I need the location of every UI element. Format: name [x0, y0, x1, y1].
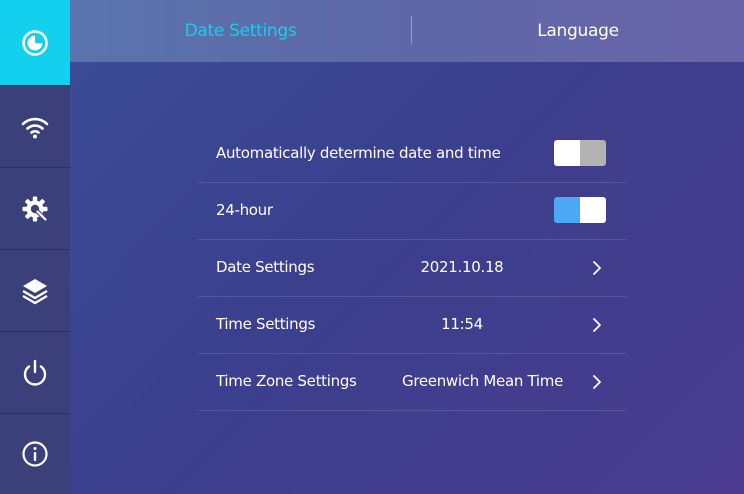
sidebar-item-info[interactable] [0, 414, 70, 494]
sidebar-item-wifi[interactable] [0, 86, 70, 168]
hour24-row: 24-hour [198, 182, 626, 240]
chevron-right-icon [593, 261, 601, 275]
tab-language-label: Language [537, 21, 619, 41]
toggle-knob [580, 197, 606, 223]
sidebar-item-datetime[interactable] [0, 0, 70, 86]
timezone-settings-label: Time Zone Settings [216, 372, 357, 390]
tab-language[interactable]: Language [412, 0, 744, 62]
auto-datetime-row: Automatically determine date and time [198, 125, 626, 183]
gear-icon [22, 196, 48, 221]
hour24-toggle[interactable] [554, 197, 606, 223]
tab-date-settings[interactable]: Date Settings [70, 0, 411, 62]
toggle-track-on [554, 197, 580, 223]
date-settings-row[interactable]: Date Settings 2021.10.18 [198, 239, 626, 297]
time-value: 11:54 [441, 315, 483, 333]
toggle-knob [554, 140, 580, 166]
power-icon [23, 359, 47, 386]
timezone-settings-row[interactable]: Time Zone Settings Greenwich Mean Time [198, 353, 626, 411]
auto-datetime-toggle[interactable] [554, 140, 606, 166]
chevron-right-icon [593, 375, 601, 389]
time-settings-row[interactable]: Time Settings 11:54 [198, 296, 626, 354]
layers-icon [22, 278, 48, 304]
tab-date-settings-label: Date Settings [184, 21, 297, 41]
chevron-right-icon [593, 318, 601, 332]
info-icon [22, 441, 48, 467]
tab-bar: Date Settings Language [70, 0, 744, 62]
clock-icon [22, 29, 48, 56]
wifi-icon [21, 117, 49, 138]
auto-datetime-label: Automatically determine date and time [216, 144, 501, 162]
date-value: 2021.10.18 [420, 258, 504, 276]
sidebar-item-power[interactable] [0, 332, 70, 414]
timezone-value: Greenwich Mean Time [402, 372, 564, 390]
sidebar-item-layers[interactable] [0, 250, 70, 332]
main-panel: Date Settings Language Automatically det… [70, 0, 744, 494]
sidebar [0, 0, 70, 494]
hour24-label: 24-hour [216, 201, 273, 219]
sidebar-item-settings[interactable] [0, 168, 70, 250]
toggle-track-off [580, 140, 606, 166]
